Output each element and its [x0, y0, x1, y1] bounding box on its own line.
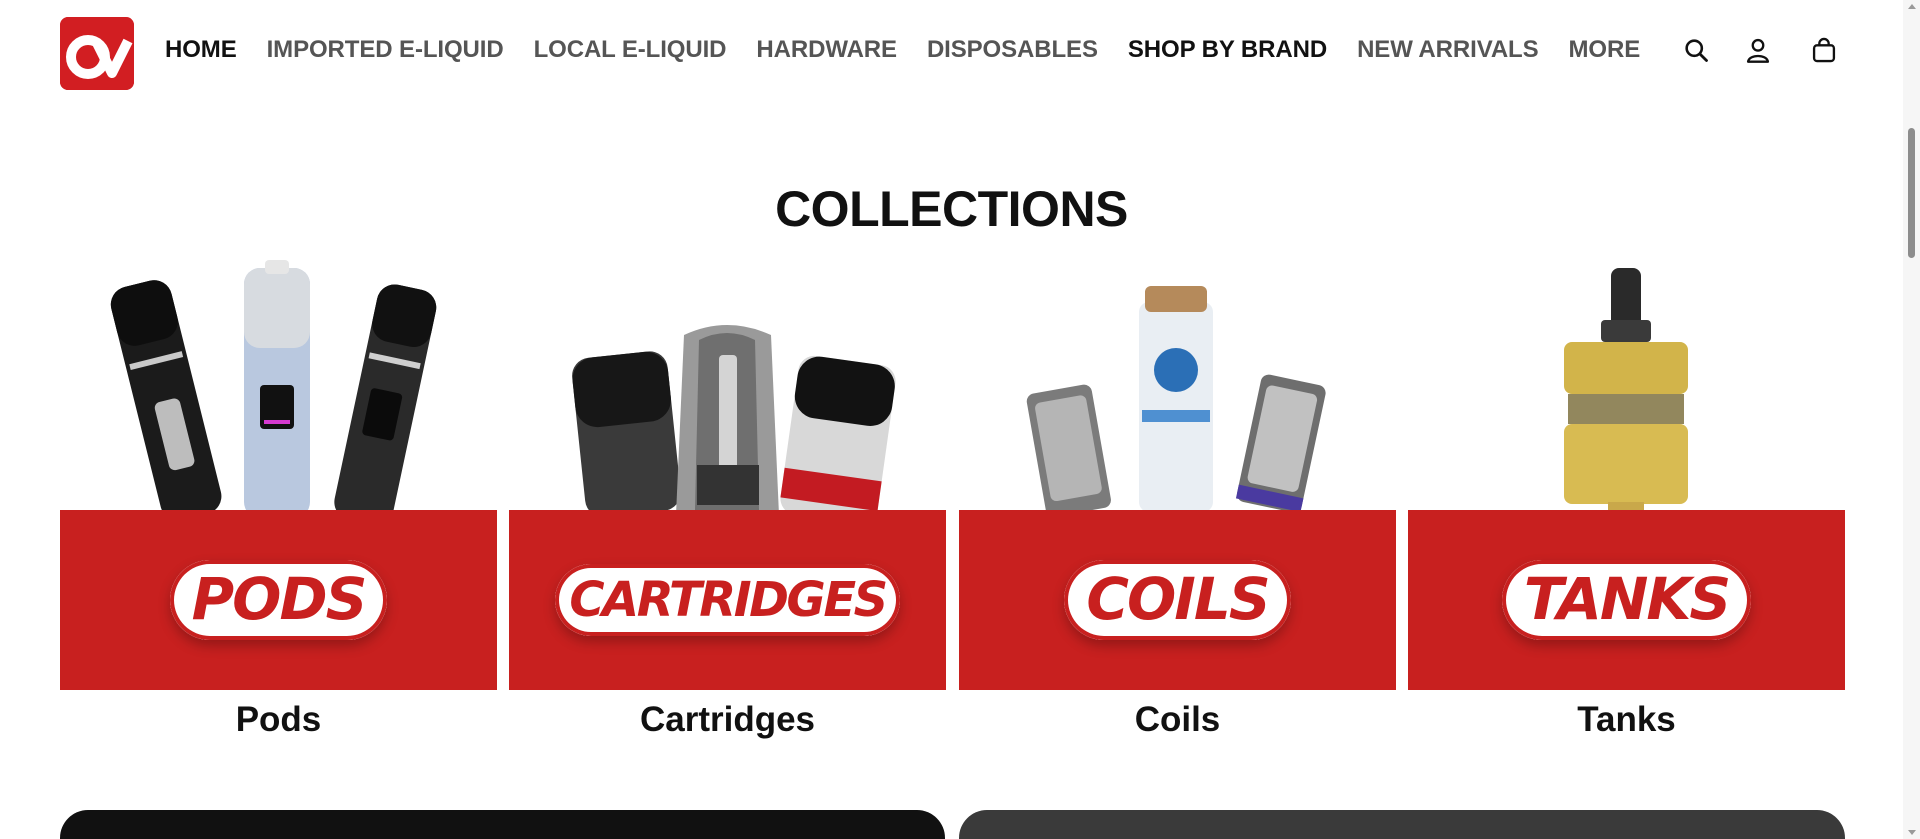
main-nav: HOME IMPORTED E-LIQUID LOCAL E-LIQUID HA… — [165, 36, 1670, 64]
tanks-banner-text: TANKS — [1501, 560, 1752, 640]
tanks-label[interactable]: Tanks — [1408, 700, 1845, 740]
cartridges-banner-text: CARTRIDGES — [555, 564, 900, 636]
nav-new-arrivals[interactable]: NEW ARRIVALS — [1357, 36, 1539, 64]
nav-hardware[interactable]: HARDWARE — [756, 36, 897, 64]
tanks-image — [1564, 268, 1688, 510]
promo-tile-right[interactable] — [959, 810, 1845, 839]
coils-banner: COILS — [959, 510, 1396, 690]
promo-tile-left[interactable] — [60, 810, 945, 839]
scroll-thumb[interactable] — [1908, 128, 1915, 258]
pods-banner: PODS — [60, 510, 497, 690]
brand-logo[interactable] — [60, 17, 134, 90]
coils-label[interactable]: Coils — [959, 700, 1396, 740]
scroll-down-icon[interactable] — [1908, 830, 1916, 835]
logo-mark-icon — [60, 17, 134, 90]
cartridges-image — [572, 325, 896, 510]
pods-label[interactable]: Pods — [60, 700, 497, 740]
pods-banner-text: PODS — [169, 560, 388, 640]
nav-shop-by-brand[interactable]: SHOP BY BRAND — [1128, 36, 1327, 64]
nav-home[interactable]: HOME — [165, 36, 237, 64]
cartridges-label[interactable]: Cartridges — [509, 700, 946, 740]
tanks-banner: TANKS — [1408, 510, 1845, 690]
account-icon[interactable] — [1742, 34, 1774, 66]
cart-icon[interactable] — [1808, 34, 1840, 66]
search-icon[interactable] — [1680, 34, 1712, 66]
collection-card-tanks[interactable]: TANKS Tanks — [1408, 260, 1845, 740]
collections-title: COLLECTIONS — [775, 181, 1128, 237]
coils-banner-text: COILS — [1064, 560, 1291, 640]
nav-imported-e-liquid[interactable]: IMPORTED E-LIQUID — [267, 36, 504, 64]
nav-local-e-liquid[interactable]: LOCAL E-LIQUID — [534, 36, 727, 64]
nav-more[interactable]: MORE — [1569, 36, 1641, 64]
coils-image — [1026, 286, 1326, 510]
collection-card-cartridges[interactable]: CARTRIDGES Cartridges — [509, 260, 946, 740]
collection-card-coils[interactable]: COILS Coils — [959, 260, 1396, 740]
collection-card-pods[interactable]: PODS Pods — [60, 260, 497, 740]
pods-image — [110, 260, 437, 510]
scroll-up-icon[interactable] — [1908, 4, 1916, 9]
page-scrollbar[interactable] — [1903, 0, 1920, 839]
nav-disposables[interactable]: DISPOSABLES — [927, 36, 1098, 64]
header-actions — [1680, 34, 1836, 66]
site-header: HOME IMPORTED E-LIQUID LOCAL E-LIQUID HA… — [0, 0, 1903, 106]
cartridges-banner: CARTRIDGES — [509, 510, 946, 690]
